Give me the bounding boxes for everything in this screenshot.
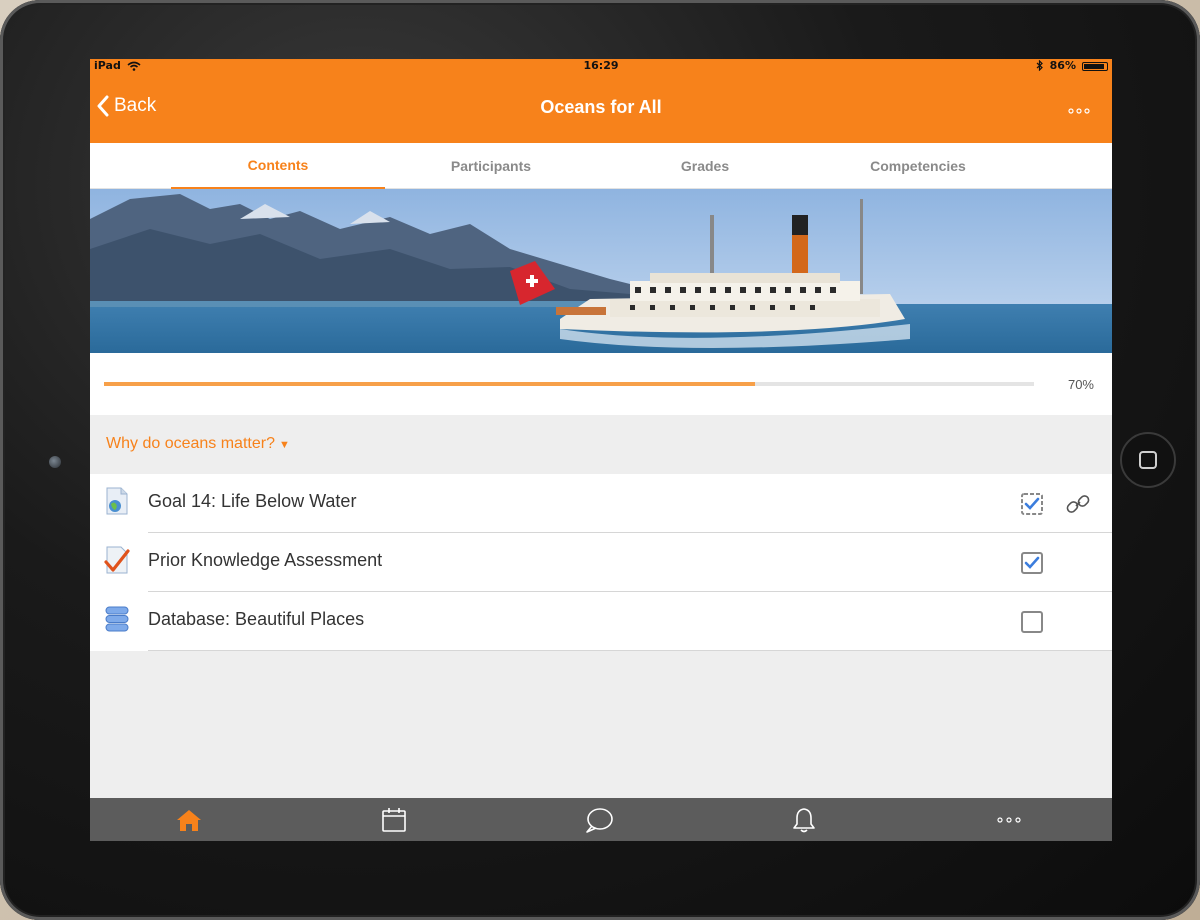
chat-icon bbox=[586, 807, 613, 833]
nav-calendar[interactable] bbox=[364, 798, 424, 841]
checked-checkbox-icon[interactable] bbox=[1020, 551, 1044, 575]
activity-row-database[interactable]: Database: Beautiful Places bbox=[90, 592, 1112, 651]
section-title: Why do oceans matter? bbox=[106, 435, 275, 452]
app-screen: iPad 16:29 86% Back Oceans for All Conte… bbox=[90, 59, 1112, 841]
caret-down-icon: ▼ bbox=[278, 439, 290, 451]
auto-completion-checkbox-icon[interactable] bbox=[1020, 492, 1044, 516]
course-tabs: Contents Participants Grades Competencie… bbox=[90, 143, 1112, 189]
tab-contents[interactable]: Contents bbox=[171, 143, 385, 189]
bottom-tab-bar bbox=[90, 798, 1112, 841]
more-horizontal-icon bbox=[1068, 108, 1090, 114]
battery-icon bbox=[1082, 61, 1108, 71]
progress-bar-fill bbox=[104, 382, 755, 386]
page-globe-icon bbox=[106, 487, 128, 515]
activity-row-goal-14[interactable]: Goal 14: Life Below Water bbox=[90, 474, 1112, 533]
nav-messages[interactable] bbox=[569, 798, 629, 841]
activity-label: Prior Knowledge Assessment bbox=[148, 550, 383, 570]
tab-participants[interactable]: Participants bbox=[384, 143, 598, 189]
tab-competencies[interactable]: Competencies bbox=[811, 143, 1025, 189]
course-progress: 70% bbox=[90, 353, 1112, 415]
bell-icon bbox=[793, 807, 815, 832]
nav-notifications[interactable] bbox=[774, 798, 834, 841]
home-icon bbox=[177, 809, 201, 831]
top-navigation-bar: Back Oceans for All bbox=[90, 73, 1112, 143]
section-selector[interactable]: Why do oceans matter? ▼ bbox=[106, 435, 290, 453]
home-hardware-button[interactable] bbox=[1120, 432, 1176, 488]
quiz-check-icon bbox=[104, 546, 130, 574]
battery-percentage: 86% bbox=[1049, 59, 1076, 72]
page-title: Oceans for All bbox=[540, 97, 662, 117]
progress-label: 70% bbox=[1067, 377, 1094, 392]
status-time: 16:29 bbox=[583, 59, 619, 72]
nav-home[interactable] bbox=[159, 798, 219, 841]
status-bar: iPad 16:29 86% bbox=[90, 59, 1112, 73]
empty-checkbox-icon[interactable] bbox=[1020, 610, 1044, 634]
activity-row-prior-knowledge[interactable]: Prior Knowledge Assessment bbox=[90, 533, 1112, 592]
progress-bar-track bbox=[104, 382, 1034, 386]
calendar-icon bbox=[382, 807, 406, 832]
ipad-device-frame: iPad 16:29 86% Back Oceans for All Conte… bbox=[0, 0, 1200, 920]
tab-grades[interactable]: Grades bbox=[598, 143, 812, 189]
more-horizontal-icon bbox=[997, 816, 1021, 823]
activity-list: Goal 14: Life Below Water Prior Knowledg… bbox=[90, 474, 1112, 651]
row-divider bbox=[148, 650, 1112, 651]
link-icon[interactable] bbox=[1064, 490, 1092, 518]
nav-more[interactable] bbox=[979, 798, 1039, 841]
course-banner-image bbox=[90, 189, 1112, 353]
activity-label: Database: Beautiful Places bbox=[148, 609, 365, 629]
header-more-button[interactable] bbox=[1068, 101, 1090, 117]
front-camera bbox=[49, 456, 61, 468]
bluetooth-icon bbox=[1036, 60, 1043, 71]
activity-label: Goal 14: Life Below Water bbox=[148, 491, 357, 511]
database-icon bbox=[105, 606, 129, 632]
